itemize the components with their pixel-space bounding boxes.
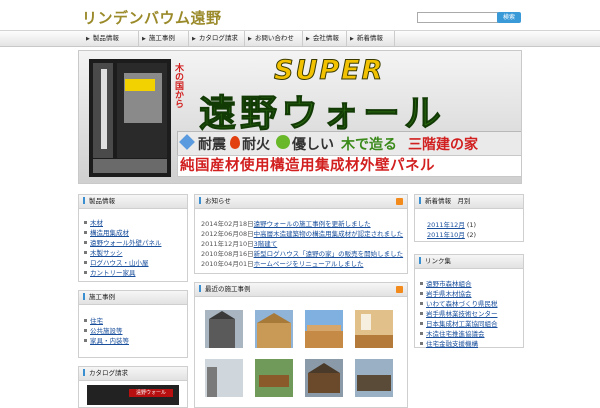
site-title[interactable]: リンデンバウム遠野 — [82, 7, 222, 28]
list-item[interactable]: 木材 — [84, 217, 103, 227]
list-item[interactable]: 2010年04月01日ホームページをリニューアルしました — [201, 258, 363, 268]
rss-icon[interactable] — [396, 286, 403, 293]
list-item[interactable]: 2010年08月16日新型ログハウス「遠野の家」の販売を開始しました — [201, 248, 403, 258]
chevron-right-icon: ▶ — [192, 36, 196, 42]
list-item[interactable]: 木造住宅推進協議会 — [420, 328, 485, 338]
recent-works-box-header: 最近の施工事例 — [195, 283, 407, 297]
search-input[interactable] — [417, 12, 498, 23]
nav-item-products[interactable]: ▶ 製品情報 — [78, 31, 139, 46]
list-item[interactable]: 2014年02月18日遠野ウォールの施工事例を更新しました — [201, 218, 371, 228]
list-item[interactable]: 住宅金融支援機構 — [420, 338, 478, 348]
list-item[interactable]: 日本集成材工業協同組合 — [420, 318, 498, 328]
list-item[interactable]: 遠野ウォール外壁パネル — [84, 237, 162, 247]
works-thumbnails[interactable] — [195, 297, 407, 407]
main-nav: ▶ 製品情報 ▶ 施工事例 ▶ カタログ請求 ▶ お問い合わせ ▶ 会社情報 ▶ 新着情報 — [0, 30, 600, 47]
list-item[interactable]: 2011年12月 (1) — [427, 219, 476, 229]
works-box-header: 施工事例 — [79, 291, 187, 305]
flame-icon — [230, 136, 240, 149]
works-box: 施工事例 住宅 公共施設等 家具・内装等 — [78, 290, 188, 358]
brochure-label: 木の国から — [173, 63, 183, 108]
chevron-right-icon: ▶ — [350, 36, 354, 42]
news-box-header: お知らせ — [195, 195, 407, 209]
banner-headline: SUPER — [273, 55, 385, 87]
catalog-box-header: カタログ請求 — [79, 367, 187, 381]
nav-item-catalog[interactable]: ▶ カタログ請求 — [188, 31, 245, 46]
list-item[interactable]: 岩手県木材協会 — [420, 288, 472, 298]
banner-tagline: 耐震 耐火 優しい 木で造る 三階建の家 — [177, 131, 521, 156]
list-item[interactable]: ログハウス・山小屋 — [84, 257, 149, 267]
nav-item-company[interactable]: ▶ 会社情報 — [302, 31, 347, 46]
hero-banner[interactable]: 木の国から SUPER 遠野ウォール 耐震 耐火 優しい 木で造る 三階建の家 … — [78, 50, 522, 184]
catalog-image[interactable]: 遠野ウォール — [87, 385, 179, 405]
links-box-header: リンク集 — [415, 255, 523, 269]
list-item[interactable]: いわて森林づくり県民税 — [420, 298, 498, 308]
banner-subline: 純国産材使用構造用集成材外壁パネル — [177, 155, 521, 177]
chevron-right-icon: ▶ — [86, 36, 90, 42]
list-item[interactable]: 2012年06月08日中高層木造建築物の構造用集成材が認定されました — [201, 228, 403, 238]
chevron-right-icon: ▶ — [248, 36, 252, 42]
archive-box: 新着情報 月別 2011年12月 (1) 2011年10月 (2) — [414, 194, 524, 242]
nav-item-news[interactable]: ▶ 新着情報 — [346, 31, 395, 46]
chevron-right-icon: ▶ — [306, 36, 310, 42]
nav-item-works[interactable]: ▶ 施工事例 — [138, 31, 189, 46]
brochure-image — [89, 59, 171, 177]
site-header: リンデンバウム遠野 検索 — [0, 0, 600, 30]
banner-title: 遠野ウォール — [199, 92, 445, 136]
list-item[interactable]: 遠野市森林組合 — [420, 278, 472, 288]
links-box: リンク集 遠野市森林組合 岩手県木材協会 いわて森林づくり県民税 岩手県林業技術… — [414, 254, 524, 348]
recent-works-box: 最近の施工事例 — [194, 282, 408, 408]
rss-icon[interactable] — [396, 198, 403, 205]
search-button[interactable]: 検索 — [497, 12, 521, 23]
products-box: 製品情報 木材 構造用集成材 遠野ウォール外壁パネル 木製サッシ ログハウス・山… — [78, 194, 188, 282]
list-item[interactable]: 公共施設等 — [84, 325, 123, 335]
catalog-box: カタログ請求 遠野ウォール — [78, 366, 188, 408]
list-item[interactable]: 住宅 — [84, 315, 103, 325]
archive-box-header: 新着情報 月別 — [415, 195, 523, 209]
list-item[interactable]: 構造用集成材 — [84, 227, 129, 237]
diamond-icon — [179, 134, 195, 150]
products-box-header: 製品情報 — [79, 195, 187, 209]
list-item[interactable]: 2011年12月10日3階建て — [201, 238, 277, 248]
leaf-circle-icon — [276, 135, 290, 149]
nav-item-contact[interactable]: ▶ お問い合わせ — [244, 31, 303, 46]
news-box: お知らせ 2014年02月18日遠野ウォールの施工事例を更新しました 2012年… — [194, 194, 408, 274]
list-item[interactable]: 家具・内装等 — [84, 335, 129, 345]
list-item[interactable]: 2011年10月 (2) — [427, 229, 476, 239]
list-item[interactable]: 岩手県林業技術センター — [420, 308, 498, 318]
chevron-right-icon: ▶ — [142, 36, 146, 42]
list-item[interactable]: カントリー家具 — [84, 267, 136, 277]
list-item[interactable]: 木製サッシ — [84, 247, 123, 257]
